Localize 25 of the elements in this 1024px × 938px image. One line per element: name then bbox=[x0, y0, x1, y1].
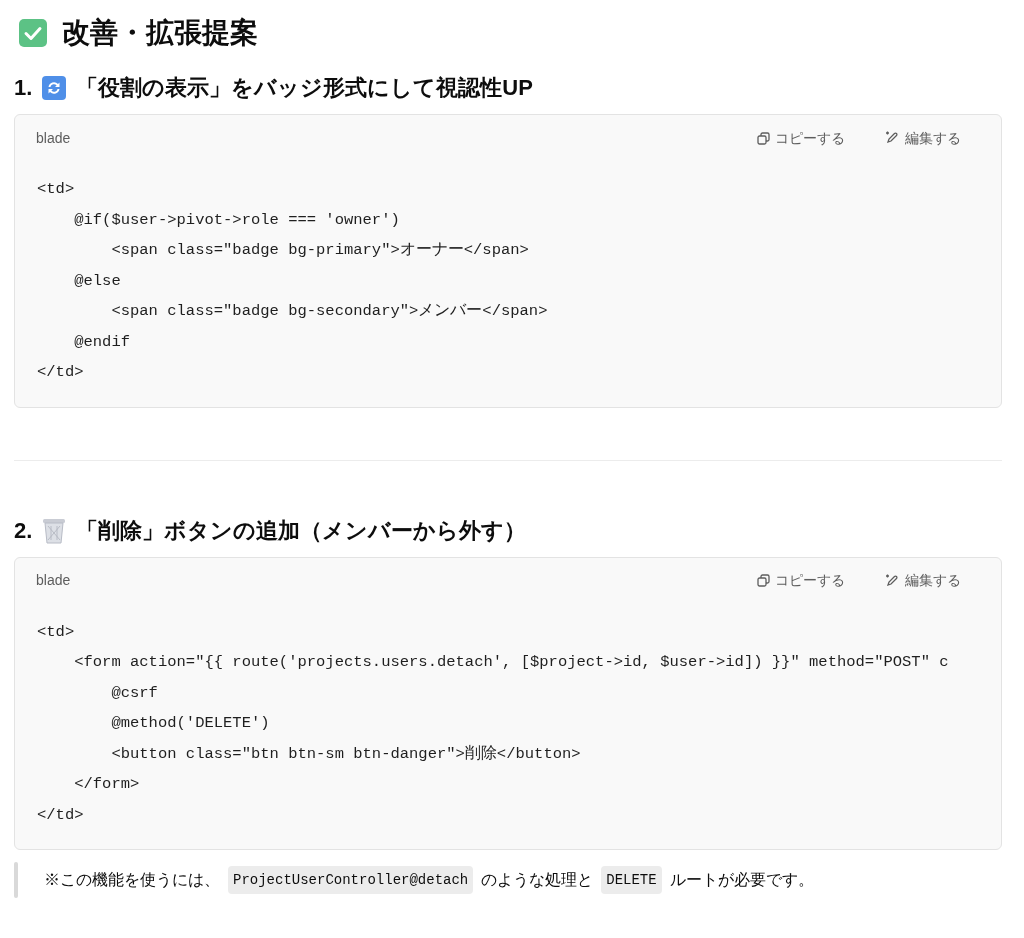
code-language: blade bbox=[36, 128, 71, 148]
inline-code: DELETE bbox=[601, 866, 662, 894]
refresh-icon bbox=[42, 76, 67, 100]
inline-code: ProjectUserController@detach bbox=[228, 866, 474, 894]
copy-icon bbox=[757, 574, 770, 587]
code-text: <td> @if($user->pivot->role === 'owner') <span class="badge bg-primary">オーナー</span> @else <span class="badge bg-secondary">メンバー</span> @endif </td> bbox=[36, 179, 549, 383]
section-heading: 改善・拡張提案 bbox=[62, 16, 258, 50]
code-text: <td> <form action="{{ route('projects.users.detach', [$project->id, $user->id]) }}" method="POST" c @csrf @method('DELETE') <button class="btn btn-sm btn-danger">削除</button> </form> </td> bbox=[36, 621, 950, 826]
pencil-icon bbox=[885, 131, 899, 145]
copy-button[interactable]: コピーする bbox=[757, 570, 845, 591]
checkmark-icon bbox=[18, 18, 48, 48]
subsection-title: 「役割の表示」をバッジ形式にして視認性UP bbox=[76, 74, 533, 102]
list-number: 1. bbox=[14, 74, 33, 102]
subsection-title: 「削除」ボタンの追加（メンバーから外す） bbox=[76, 516, 527, 545]
edit-button[interactable]: 編集する bbox=[885, 570, 961, 591]
note-text: ※この機能を使うには、 bbox=[44, 870, 220, 890]
copy-button[interactable]: コピーする bbox=[757, 127, 845, 149]
code-language: blade bbox=[36, 571, 71, 590]
note-text: のような処理と bbox=[481, 870, 594, 890]
pencil-icon bbox=[885, 573, 899, 588]
wastebasket-icon bbox=[42, 517, 67, 544]
edit-button[interactable]: 編集する bbox=[885, 127, 961, 149]
list-number: 2. bbox=[14, 516, 33, 545]
copy-icon bbox=[757, 131, 770, 145]
note-text: ルートが必要です。 bbox=[669, 870, 814, 890]
